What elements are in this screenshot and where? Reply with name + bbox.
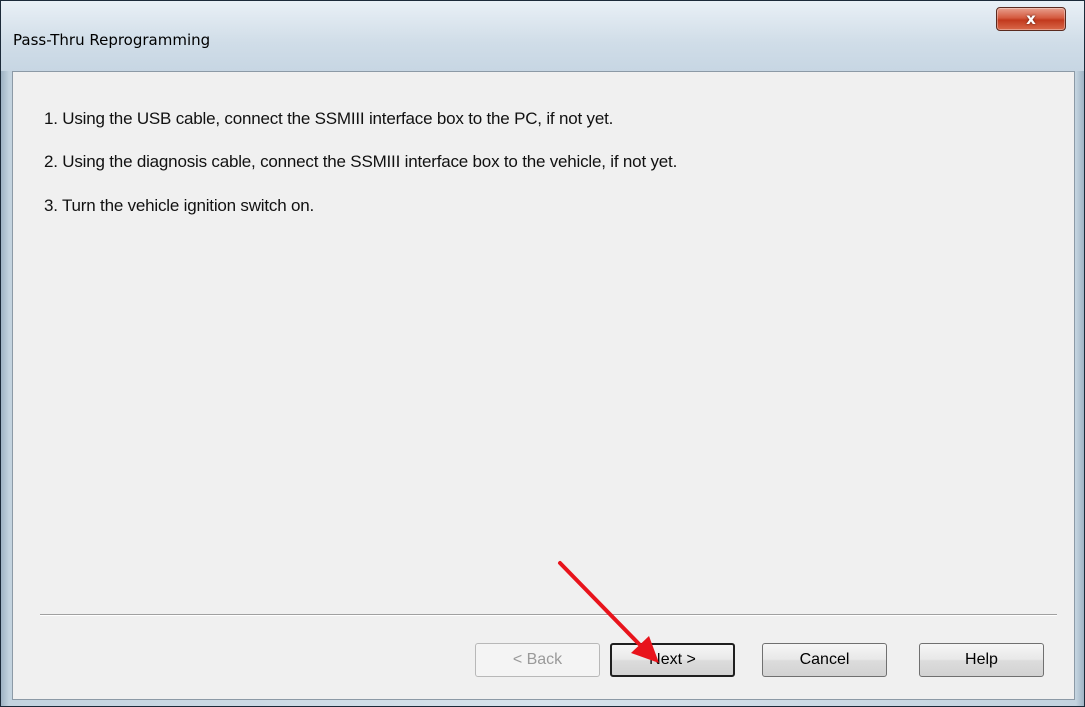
back-button[interactable]: < Back xyxy=(475,643,600,677)
instruction-step-2: 2. Using the diagnosis cable, connect th… xyxy=(44,152,678,171)
button-divider xyxy=(40,614,1057,616)
close-icon: x xyxy=(1026,9,1036,28)
title-bar: Pass-Thru Reprogramming x xyxy=(1,1,1084,65)
help-button[interactable]: Help xyxy=(919,643,1044,677)
instruction-step-1: 1. Using the USB cable, connect the SSMI… xyxy=(44,109,614,128)
close-button[interactable]: x xyxy=(996,7,1066,31)
next-button[interactable]: Next > xyxy=(610,643,735,677)
dialog-content: 1. Using the USB cable, connect the SSMI… xyxy=(12,71,1075,700)
cancel-button[interactable]: Cancel xyxy=(762,643,887,677)
instruction-step-3: 3. Turn the vehicle ignition switch on. xyxy=(44,196,315,215)
window-title: Pass-Thru Reprogramming xyxy=(13,31,211,49)
dialog-window: Pass-Thru Reprogramming x 1. Using the U… xyxy=(0,0,1085,707)
